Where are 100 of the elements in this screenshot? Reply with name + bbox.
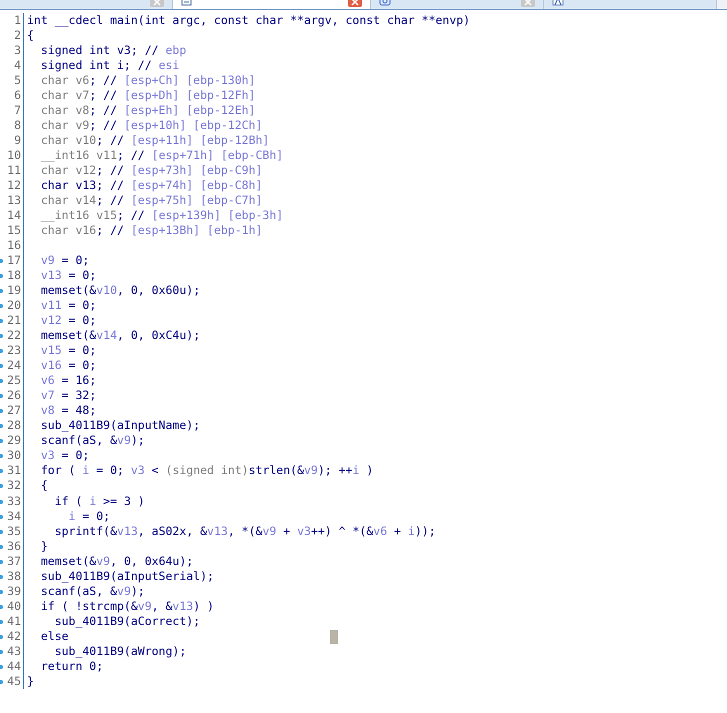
line-number: 16 [6,238,24,254]
code-token: v9 [138,598,152,613]
code-token: [esp+10h] [ebp-12Ch] [124,118,262,132]
code-token: [esp+75h] [ebp-C7h] [130,193,262,208]
code-token: = 0; [68,343,96,358]
code-token: char v12 [40,163,96,178]
line-number: 32 [6,478,24,494]
code-token: ; // [96,133,125,148]
line-number: 2 [6,28,24,44]
line-number: 17 [6,253,24,268]
code-token: if ( !strcmp(& [40,598,138,613]
code-token: ; // [96,193,125,208]
code-token: char v16 [40,223,96,238]
tab[interactable] [173,0,371,9]
code-token: sub_4011B9(aCorrect); [54,614,200,628]
code-token: int __cdecl main(int argc, const char **argv, const char **envp) [27,13,470,27]
code-token: >= 3 ) [102,494,145,508]
code-token: ; // [89,88,118,102]
close-icon[interactable] [348,0,362,7]
code-token: = 0; [60,448,90,462]
code-token: [esp+139h] [ebp-3h] [152,208,284,222]
line-number: 35 [6,524,24,539]
close-icon[interactable] [150,0,164,7]
code-token: [esp+13Bh] [ebp-1h] [130,223,262,238]
code-token: , 0, 0xC4u); [117,328,200,342]
line-number: 20 [6,298,24,314]
code-token: else [40,628,69,643]
code-token: v7 [40,388,55,402]
line-number: 1 [6,13,24,28]
line-number: 11 [6,163,24,178]
code-token: + [282,524,292,538]
code-token: = 32; [60,388,96,402]
code-token: sub_4011B9(aInputName); [40,418,200,432]
code-token: v10 [96,283,118,298]
code-token: if ( [54,494,84,508]
code-token: v9 [117,433,131,448]
code-token: = 0; [60,253,90,268]
code-token: v3 [130,463,145,478]
line-number: 29 [6,433,24,448]
code-token: i [82,463,90,478]
line-number: 39 [6,584,24,599]
close-icon[interactable] [521,0,535,7]
code-token: scanf(aS, & [40,433,118,448]
code-token: [esp+73h] [ebp-C9h] [130,163,262,178]
code-token: char v8 [40,103,90,118]
line-number: 19 [6,283,24,298]
code-token: sprintf(& [54,524,118,538]
code-token: [esp+74h] [ebp-C8h] [130,178,262,192]
line-number: 6 [6,88,24,104]
line-number: 33 [6,494,24,509]
code-token: ; // [117,148,146,162]
code-token: v15 [40,343,62,358]
code-token: ; // [89,73,118,88]
line-number: 37 [6,554,24,569]
line-number: 28 [6,418,24,434]
code-token: < [150,463,160,478]
line-number: 22 [6,328,24,344]
code-token: i [352,463,360,478]
code-token: v9 [96,554,110,568]
code-token: v13 [207,524,228,538]
code-token: v6 [40,373,55,388]
code-token: (signed int) [166,463,249,478]
line-number: 45 [6,674,24,689]
code-token: } [40,538,48,553]
code-token: )); [414,524,436,538]
code-token: memset(& [40,283,96,298]
code-token: = 0; [68,268,96,282]
code-token: v12 [40,313,62,328]
code-token: char v14 [40,193,96,208]
line-number: 5 [6,73,24,88]
code-token: , aS02x, & [138,524,208,538]
code-token: ; // [89,103,118,118]
line-number: 12 [6,178,24,194]
line-number: 30 [6,448,24,464]
code-token: , 0, 0x64u); [110,554,194,568]
code-token: v14 [96,328,118,342]
code-token: ; // [89,118,118,132]
code-token: [esp+11h] [ebp-12Bh] [130,133,270,148]
code-token: [esp+Ch] [ebp-130h] [124,73,256,88]
line-number: 43 [6,644,24,659]
code-token: , & [152,598,172,613]
code-token: memset(& [40,554,96,568]
code-token: v9 [304,463,318,478]
code-token: v6 [373,524,388,538]
code-token: } [27,674,34,688]
code-token: [esp+Dh] [ebp-12Fh] [124,88,256,102]
code-token: __int16 v11 [40,148,118,162]
code-token: sub_4011B9(aInputSerial); [40,568,214,583]
code-token: { [40,478,48,492]
code-token: ); [130,584,145,598]
code-token: = 0; [68,358,96,372]
code-token: char v6 [40,73,90,88]
line-number: 10 [6,148,24,164]
code-token: v8 [40,403,55,418]
code-token: return 0; [40,658,104,673]
line-number: 26 [6,388,24,404]
code-token: [esp+Eh] [ebp-12Eh] [124,103,256,118]
code-token: v11 [40,298,62,312]
document-icon [181,0,193,6]
code-token: , *(& [228,524,262,538]
